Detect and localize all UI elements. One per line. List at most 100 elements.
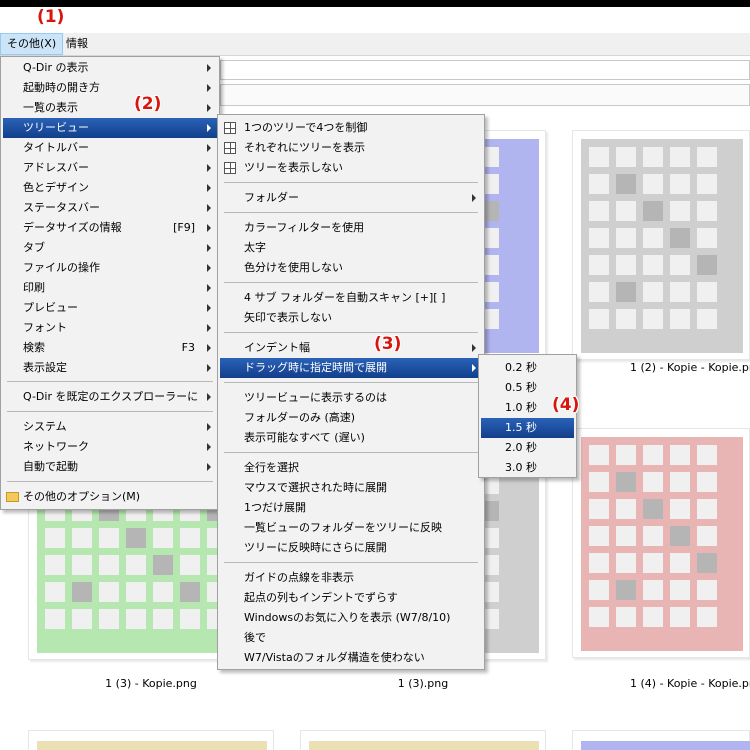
pixel-cell — [670, 255, 690, 275]
file-name[interactable]: 1 (3).png — [300, 676, 546, 692]
menu-item-select-row[interactable]: 全行を選択 — [220, 458, 482, 478]
menu-item-other-options[interactable]: その他のオプション(M) — [3, 487, 217, 507]
menu-item-reflect-folder[interactable]: 一覧ビューのフォルダーをツリーに反映 — [220, 518, 482, 538]
pixel-cell — [697, 174, 717, 194]
menu-item-tree-display[interactable]: ツリービューに表示するのは — [220, 388, 482, 408]
pixel-cell — [45, 609, 65, 629]
menu-item-no-color[interactable]: 色分けを使用しない — [220, 258, 482, 278]
menu-item-no-vista-structure[interactable]: W7/Vistaのフォルダ構造を使わない — [220, 648, 482, 668]
menu-item-all-items[interactable]: 表示可能なすべて (遅い) — [220, 428, 482, 448]
menu-item-display-settings[interactable]: 表示設定 — [3, 358, 217, 378]
menu-item-indent-width[interactable]: インデント幅 — [220, 338, 482, 358]
pixel-cell — [589, 445, 609, 465]
menu-item-autoscan[interactable]: 4 サブ フォルダーを自動スキャン [+][ ] — [220, 288, 482, 308]
pixel-cell — [589, 472, 609, 492]
menu-item-preview[interactable]: プレビュー — [3, 298, 217, 318]
grid-icon — [224, 142, 236, 154]
menu-item-default-explorer[interactable]: Q-Dir を既定のエクスプローラーに — [3, 387, 217, 407]
menu-item-title-bar[interactable]: タイトルバー — [3, 138, 217, 158]
menu-item-folders-only[interactable]: フォルダーのみ (高速) — [220, 408, 482, 428]
menu-separator — [224, 212, 478, 213]
address-bar[interactable] — [220, 60, 750, 80]
pixel-cell — [697, 499, 717, 519]
menu-item-delay-0-2[interactable]: 0.2 秒 — [481, 358, 574, 378]
annotation-3: (3) — [374, 334, 402, 354]
file-name[interactable]: 1 (2) - Kopie - Kopie.png — [560, 360, 750, 376]
menu-item-list-view[interactable]: 一覧の表示 — [3, 98, 217, 118]
menu-item-search[interactable]: 検索 F3 — [3, 338, 217, 358]
menu-item-font[interactable]: フォント — [3, 318, 217, 338]
file-name[interactable]: 1 (3) - Kopie.png — [28, 676, 274, 692]
drag-delay-submenu: 0.2 秒 0.5 秒 1.0 秒 1.5 秒 2.0 秒 3.0 秒 — [478, 354, 577, 478]
pixel-cell — [643, 147, 663, 167]
pixel-cell — [697, 472, 717, 492]
menu-item-tree-each[interactable]: それぞれにツリーを表示 — [220, 138, 482, 158]
menu-item-delay-3-0[interactable]: 3.0 秒 — [481, 458, 574, 478]
menu-separator — [224, 382, 478, 383]
pixel-cell — [697, 309, 717, 329]
thumbnail-yellow[interactable] — [28, 730, 274, 750]
path-bar[interactable] — [220, 84, 750, 106]
file-name[interactable]: 1 (4) - Kopie - Kopie.png — [560, 676, 750, 692]
pixel-cell — [589, 255, 609, 275]
pixel-cell — [153, 555, 173, 575]
menu-info[interactable]: 情報 — [60, 33, 94, 55]
menu-item-folder[interactable]: フォルダー — [220, 188, 482, 208]
menu-item-expand-on-mouse[interactable]: マウスで選択された時に展開 — [220, 478, 482, 498]
thumbnail-red[interactable] — [572, 428, 750, 658]
menu-item-reflect-expand[interactable]: ツリーに反映時にさらに展開 — [220, 538, 482, 558]
menu-item-hide-guides[interactable]: ガイドの点線を非表示 — [220, 568, 482, 588]
menu-item-print[interactable]: 印刷 — [3, 278, 217, 298]
menu-item-color-design[interactable]: 色とデザイン — [3, 178, 217, 198]
menu-item-tree-view[interactable]: ツリービュー — [3, 118, 217, 138]
menu-item-network[interactable]: ネットワーク — [3, 437, 217, 457]
thumbnail-blue-bottom[interactable] — [572, 730, 750, 750]
menu-item-indent-root[interactable]: 起点の列もインデントでずらす — [220, 588, 482, 608]
window-top-edge — [0, 0, 750, 7]
menu-item-data-size[interactable]: データサイズの情報 [F9] — [3, 218, 217, 238]
pixel-cell — [697, 526, 717, 546]
menu-other[interactable]: その他(X) — [0, 33, 64, 55]
pixel-cell — [45, 582, 65, 602]
menu-item-tabs[interactable]: タブ — [3, 238, 217, 258]
thumbnail-yellow[interactable] — [300, 730, 546, 750]
pixel-cell — [697, 147, 717, 167]
menu-item-no-arrows[interactable]: 矢印で表示しない — [220, 308, 482, 328]
menu-item-system[interactable]: システム — [3, 417, 217, 437]
pixel-cell — [670, 607, 690, 627]
pixel-cell — [616, 228, 636, 248]
menu-item-one-tree-four[interactable]: 1つのツリーで4つを制御 — [220, 118, 482, 138]
pixel-cell — [99, 555, 119, 575]
pixel-cell — [616, 445, 636, 465]
menu-other-dropdown: Q-Dir の表示 起動時の開き方 一覧の表示 ツリービュー タイトルバー アド… — [0, 56, 220, 510]
menu-item-file-operations[interactable]: ファイルの操作 — [3, 258, 217, 278]
pixel-cell — [643, 309, 663, 329]
menu-bar: その他(X) 情報 — [0, 33, 750, 56]
pixel-cell — [670, 526, 690, 546]
menu-item-autostart[interactable]: 自動で起動 — [3, 457, 217, 477]
menu-item-favorites[interactable]: Windowsのお気に入りを表示 (W7/8/10) — [220, 608, 482, 628]
pixel-cell — [697, 580, 717, 600]
annotation-2: (2) — [134, 94, 162, 114]
pixel-cell — [697, 255, 717, 275]
menu-item-later[interactable]: 後で — [220, 628, 482, 648]
thumbnail-gray[interactable] — [572, 130, 750, 360]
menu-item-color-filter[interactable]: カラーフィルターを使用 — [220, 218, 482, 238]
menu-item-qdir-display[interactable]: Q-Dir の表示 — [3, 58, 217, 78]
menu-item-drag-expand[interactable]: ドラッグ時に指定時間で展開 — [220, 358, 482, 378]
menu-item-no-tree[interactable]: ツリーを表示しない — [220, 158, 482, 178]
menu-item-startup[interactable]: 起動時の開き方 — [3, 78, 217, 98]
pixel-cell — [616, 553, 636, 573]
pixel-cell — [670, 445, 690, 465]
pixel-cell — [697, 445, 717, 465]
menu-item-bold[interactable]: 太字 — [220, 238, 482, 258]
menu-item-status-bar[interactable]: ステータスバー — [3, 198, 217, 218]
tree-view-submenu: 1つのツリーで4つを制御 それぞれにツリーを表示 ツリーを表示しない フォルダー… — [217, 114, 485, 670]
pixel-cell — [643, 228, 663, 248]
pixel-cell — [643, 580, 663, 600]
title-strip — [0, 7, 750, 33]
menu-item-delay-2-0[interactable]: 2.0 秒 — [481, 438, 574, 458]
menu-item-expand-one[interactable]: 1つだけ展開 — [220, 498, 482, 518]
menu-item-address-bar[interactable]: アドレスバー — [3, 158, 217, 178]
menu-item-delay-1-5[interactable]: 1.5 秒 — [481, 418, 574, 438]
